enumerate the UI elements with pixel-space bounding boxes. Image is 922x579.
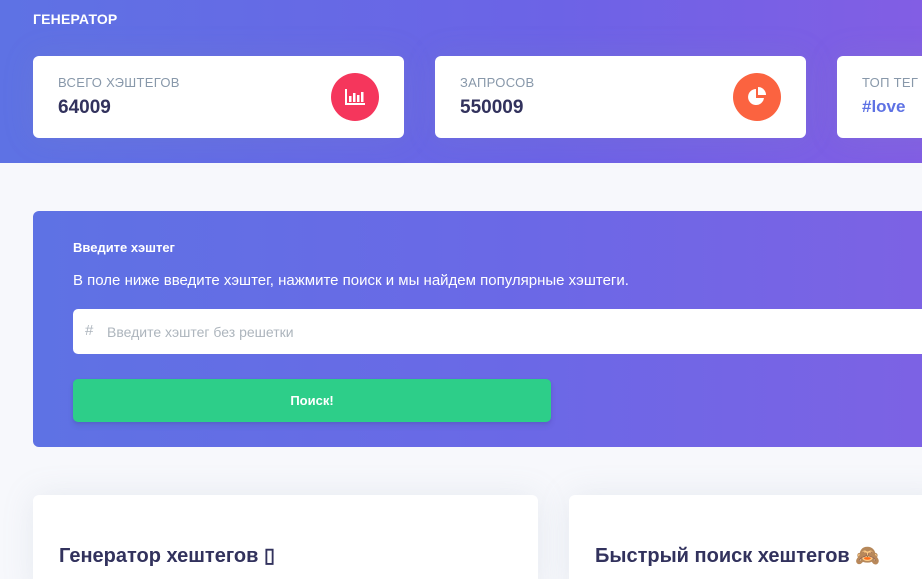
quick-search-card: Быстрый поиск хештегов 🙈 [569, 495, 922, 579]
section-title: Генератор хештегов ▯ [59, 545, 275, 567]
header-banner: ГЕНЕРАТОР ВСЕГО ХЭШТЕГОВ 64009 ЗАПРОСОВ … [0, 0, 922, 163]
stat-card-top-tag: ТОП ТЕГ #love [837, 56, 922, 138]
stat-value: 550009 [460, 97, 524, 118]
search-description: В поле ниже введите хэштег, нажмите поис… [73, 272, 629, 289]
search-panel: Введите хэштег В поле ниже введите хэште… [33, 211, 922, 447]
stat-label: ВСЕГО ХЭШТЕГОВ [58, 75, 180, 90]
bar-chart-icon [331, 73, 379, 121]
hash-prefix: # [85, 322, 94, 339]
stat-card-total-hashtags: ВСЕГО ХЭШТЕГОВ 64009 [33, 56, 404, 138]
stat-value: 64009 [58, 97, 111, 118]
section-title: Быстрый поиск хештегов 🙈 [595, 545, 881, 567]
generator-card: Генератор хештегов ▯ [33, 495, 538, 579]
search-title: Введите хэштег [73, 240, 175, 255]
stat-value: #love [862, 97, 906, 116]
search-button[interactable]: Поиск! [73, 379, 551, 422]
brand-title: ГЕНЕРАТОР [33, 11, 118, 27]
stat-label: ЗАПРОСОВ [460, 75, 535, 90]
pie-chart-icon [733, 73, 781, 121]
stat-label: ТОП ТЕГ [862, 75, 919, 90]
search-input-group: # [73, 309, 922, 354]
hashtag-input[interactable] [107, 309, 922, 354]
stat-card-requests: ЗАПРОСОВ 550009 [435, 56, 806, 138]
